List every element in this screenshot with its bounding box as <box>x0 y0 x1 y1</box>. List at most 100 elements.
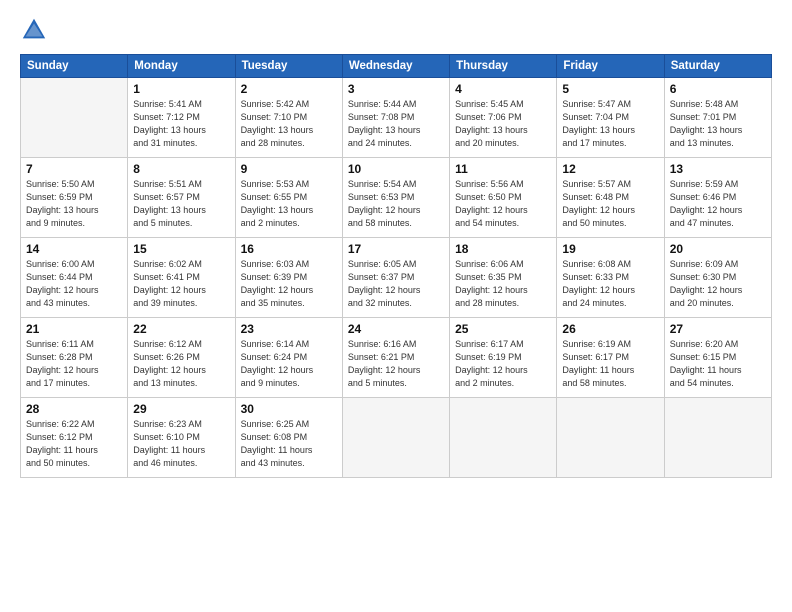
day-cell: 1 Sunrise: 5:41 AM Sunset: 7:12 PM Daylig… <box>128 78 235 158</box>
day-number: 12 <box>562 162 658 176</box>
header <box>20 16 772 44</box>
week-row-4: 21Sunrise: 6:11 AM Sunset: 6:28 PM Dayli… <box>21 318 772 398</box>
day-info: Sunrise: 5:57 AM Sunset: 6:48 PM Dayligh… <box>562 178 658 230</box>
day-number: 28 <box>26 402 122 416</box>
day-info: Sunrise: 6:20 AM Sunset: 6:15 PM Dayligh… <box>670 338 766 390</box>
day-number: 9 <box>241 162 337 176</box>
day-number: 24 <box>348 322 444 336</box>
day-cell: 4 Sunrise: 5:45 AM Sunset: 7:06 PM Daylig… <box>450 78 557 158</box>
day-number: 22 <box>133 322 229 336</box>
day-number: 29 <box>133 402 229 416</box>
day-number: 17 <box>348 242 444 256</box>
day-cell: 21Sunrise: 6:11 AM Sunset: 6:28 PM Dayli… <box>21 318 128 398</box>
day-number: 14 <box>26 242 122 256</box>
col-header-sunday: Sunday <box>21 55 128 78</box>
day-number: 30 <box>241 402 337 416</box>
day-cell: 2 Sunrise: 5:42 AM Sunset: 7:10 PM Daylig… <box>235 78 342 158</box>
day-info: Sunrise: 5:50 AM Sunset: 6:59 PM Dayligh… <box>26 178 122 230</box>
logo-icon <box>20 16 48 44</box>
day-number: 8 <box>133 162 229 176</box>
col-header-monday: Monday <box>128 55 235 78</box>
day-number: 27 <box>670 322 766 336</box>
week-row-2: 7 Sunrise: 5:50 AM Sunset: 6:59 PM Daylig… <box>21 158 772 238</box>
day-info: Sunrise: 6:05 AM Sunset: 6:37 PM Dayligh… <box>348 258 444 310</box>
day-cell: 17 Sunrise: 6:05 AM Sunset: 6:37 PM Dayli… <box>342 238 449 318</box>
day-cell: 18Sunrise: 6:06 AM Sunset: 6:35 PM Dayli… <box>450 238 557 318</box>
day-cell: 30 Sunrise: 6:25 AM Sunset: 6:08 PM Dayli… <box>235 398 342 478</box>
day-number: 25 <box>455 322 551 336</box>
day-cell: 16Sunrise: 6:03 AM Sunset: 6:39 PM Dayli… <box>235 238 342 318</box>
week-row-1: 1 Sunrise: 5:41 AM Sunset: 7:12 PM Daylig… <box>21 78 772 158</box>
page: SundayMondayTuesdayWednesdayThursdayFrid… <box>0 0 792 612</box>
day-cell: 13 Sunrise: 5:59 AM Sunset: 6:46 PM Dayli… <box>664 158 771 238</box>
day-info: Sunrise: 6:23 AM Sunset: 6:10 PM Dayligh… <box>133 418 229 470</box>
day-cell: 27 Sunrise: 6:20 AM Sunset: 6:15 PM Dayli… <box>664 318 771 398</box>
week-row-3: 14 Sunrise: 6:00 AM Sunset: 6:44 PM Dayli… <box>21 238 772 318</box>
day-number: 10 <box>348 162 444 176</box>
day-cell: 9 Sunrise: 5:53 AM Sunset: 6:55 PM Daylig… <box>235 158 342 238</box>
day-number: 2 <box>241 82 337 96</box>
day-cell: 11 Sunrise: 5:56 AM Sunset: 6:50 PM Dayli… <box>450 158 557 238</box>
day-info: Sunrise: 6:09 AM Sunset: 6:30 PM Dayligh… <box>670 258 766 310</box>
week-row-5: 28 Sunrise: 6:22 AM Sunset: 6:12 PM Dayli… <box>21 398 772 478</box>
day-cell: 22 Sunrise: 6:12 AM Sunset: 6:26 PM Dayli… <box>128 318 235 398</box>
day-number: 4 <box>455 82 551 96</box>
day-number: 3 <box>348 82 444 96</box>
day-cell: 14 Sunrise: 6:00 AM Sunset: 6:44 PM Dayli… <box>21 238 128 318</box>
day-info: Sunrise: 5:44 AM Sunset: 7:08 PM Dayligh… <box>348 98 444 150</box>
day-info: Sunrise: 6:00 AM Sunset: 6:44 PM Dayligh… <box>26 258 122 310</box>
day-info: Sunrise: 6:03 AM Sunset: 6:39 PM Dayligh… <box>241 258 337 310</box>
calendar-header-row: SundayMondayTuesdayWednesdayThursdayFrid… <box>21 55 772 78</box>
day-cell: 10 Sunrise: 5:54 AM Sunset: 6:53 PM Dayli… <box>342 158 449 238</box>
logo <box>20 16 50 44</box>
day-cell: 12 Sunrise: 5:57 AM Sunset: 6:48 PM Dayli… <box>557 158 664 238</box>
col-header-friday: Friday <box>557 55 664 78</box>
day-info: Sunrise: 5:41 AM Sunset: 7:12 PM Dayligh… <box>133 98 229 150</box>
day-number: 7 <box>26 162 122 176</box>
day-cell <box>21 78 128 158</box>
day-info: Sunrise: 5:53 AM Sunset: 6:55 PM Dayligh… <box>241 178 337 230</box>
col-header-saturday: Saturday <box>664 55 771 78</box>
day-info: Sunrise: 5:59 AM Sunset: 6:46 PM Dayligh… <box>670 178 766 230</box>
day-number: 11 <box>455 162 551 176</box>
day-cell: 20 Sunrise: 6:09 AM Sunset: 6:30 PM Dayli… <box>664 238 771 318</box>
day-cell: 15Sunrise: 6:02 AM Sunset: 6:41 PM Dayli… <box>128 238 235 318</box>
day-number: 19 <box>562 242 658 256</box>
day-number: 6 <box>670 82 766 96</box>
day-number: 15 <box>133 242 229 256</box>
day-number: 5 <box>562 82 658 96</box>
calendar: SundayMondayTuesdayWednesdayThursdayFrid… <box>20 54 772 478</box>
day-info: Sunrise: 5:42 AM Sunset: 7:10 PM Dayligh… <box>241 98 337 150</box>
day-info: Sunrise: 5:54 AM Sunset: 6:53 PM Dayligh… <box>348 178 444 230</box>
day-number: 20 <box>670 242 766 256</box>
day-info: Sunrise: 5:47 AM Sunset: 7:04 PM Dayligh… <box>562 98 658 150</box>
day-info: Sunrise: 5:56 AM Sunset: 6:50 PM Dayligh… <box>455 178 551 230</box>
day-number: 13 <box>670 162 766 176</box>
day-cell: 8 Sunrise: 5:51 AM Sunset: 6:57 PM Daylig… <box>128 158 235 238</box>
day-cell: 19 Sunrise: 6:08 AM Sunset: 6:33 PM Dayli… <box>557 238 664 318</box>
day-info: Sunrise: 6:12 AM Sunset: 6:26 PM Dayligh… <box>133 338 229 390</box>
day-cell: 29 Sunrise: 6:23 AM Sunset: 6:10 PM Dayli… <box>128 398 235 478</box>
day-info: Sunrise: 6:16 AM Sunset: 6:21 PM Dayligh… <box>348 338 444 390</box>
day-cell: 23 Sunrise: 6:14 AM Sunset: 6:24 PM Dayli… <box>235 318 342 398</box>
day-cell <box>557 398 664 478</box>
day-number: 21 <box>26 322 122 336</box>
day-info: Sunrise: 5:51 AM Sunset: 6:57 PM Dayligh… <box>133 178 229 230</box>
day-number: 1 <box>133 82 229 96</box>
col-header-thursday: Thursday <box>450 55 557 78</box>
day-number: 23 <box>241 322 337 336</box>
day-info: Sunrise: 6:22 AM Sunset: 6:12 PM Dayligh… <box>26 418 122 470</box>
day-info: Sunrise: 6:25 AM Sunset: 6:08 PM Dayligh… <box>241 418 337 470</box>
day-info: Sunrise: 6:06 AM Sunset: 6:35 PM Dayligh… <box>455 258 551 310</box>
col-header-wednesday: Wednesday <box>342 55 449 78</box>
day-info: Sunrise: 6:17 AM Sunset: 6:19 PM Dayligh… <box>455 338 551 390</box>
day-info: Sunrise: 6:08 AM Sunset: 6:33 PM Dayligh… <box>562 258 658 310</box>
day-cell: 24 Sunrise: 6:16 AM Sunset: 6:21 PM Dayli… <box>342 318 449 398</box>
day-cell: 3 Sunrise: 5:44 AM Sunset: 7:08 PM Daylig… <box>342 78 449 158</box>
day-cell: 26Sunrise: 6:19 AM Sunset: 6:17 PM Dayli… <box>557 318 664 398</box>
day-info: Sunrise: 5:45 AM Sunset: 7:06 PM Dayligh… <box>455 98 551 150</box>
day-info: Sunrise: 5:48 AM Sunset: 7:01 PM Dayligh… <box>670 98 766 150</box>
day-info: Sunrise: 6:14 AM Sunset: 6:24 PM Dayligh… <box>241 338 337 390</box>
col-header-tuesday: Tuesday <box>235 55 342 78</box>
day-info: Sunrise: 6:19 AM Sunset: 6:17 PM Dayligh… <box>562 338 658 390</box>
